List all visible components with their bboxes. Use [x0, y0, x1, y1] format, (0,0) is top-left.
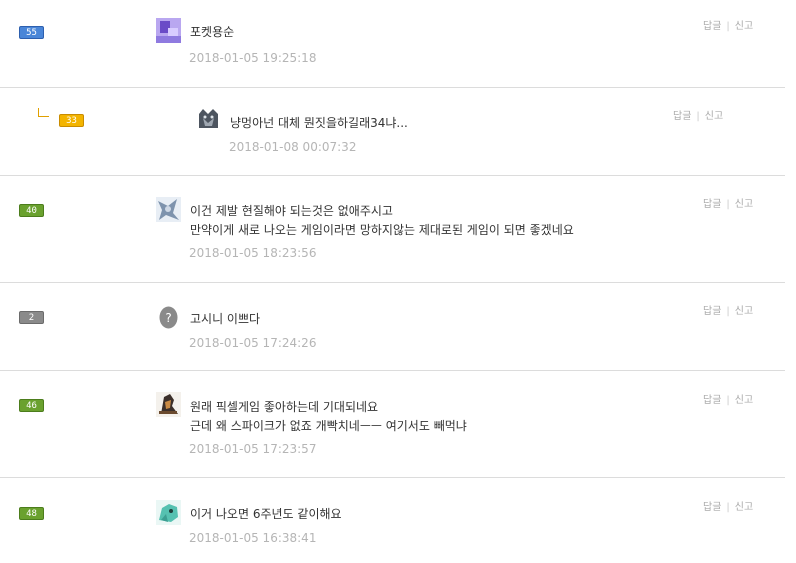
report-link[interactable]: 신고 — [735, 199, 753, 210]
comment-actions: 답글 | 신고 — [703, 498, 753, 513]
level-badge: 48 — [19, 507, 44, 520]
timestamp: 2018-01-05 17:23:57 — [189, 442, 317, 456]
default-avatar-icon[interactable]: ? — [156, 305, 181, 330]
timestamp: 2018-01-08 00:07:32 — [229, 140, 357, 154]
svg-text:?: ? — [165, 311, 171, 325]
divider: | — [726, 306, 730, 317]
level-badge: 55 — [19, 26, 44, 39]
level-badge: 46 — [19, 399, 44, 412]
comment-row: 48 이거 나오면 6주년도 같이해요 2018-01-05 16:38:41 … — [0, 478, 785, 563]
reply-link[interactable]: 답글 — [703, 21, 721, 32]
divider: | — [726, 395, 730, 406]
comment-row: 55 포켓용순 2018-01-05 19:25:18 답글 | 신고 — [0, 0, 785, 88]
report-link[interactable]: 신고 — [735, 21, 753, 32]
comment-row: 40 이건 제발 현질해야 되는것은 없애주시고 만약이게 새로 나오는 게임이… — [0, 176, 785, 283]
report-link[interactable]: 신고 — [735, 502, 753, 513]
reply-link[interactable]: 답글 — [703, 199, 721, 210]
avatar[interactable] — [156, 18, 181, 43]
comment-row-reply: 33 냥멍아넌 대체 뭔짓을하길래34냐... 2018-01-08 00:07… — [0, 88, 785, 176]
comment-row: 2 ? 고시니 이쁘다 2018-01-05 17:24:26 답글 | 신고 — [0, 283, 785, 371]
avatar[interactable] — [196, 106, 221, 131]
report-link[interactable]: 신고 — [735, 306, 753, 317]
comment-actions: 답글 | 신고 — [703, 302, 753, 317]
level-badge: 33 — [59, 114, 84, 127]
reply-link[interactable]: 답글 — [703, 395, 721, 406]
comment-actions: 답글 | 신고 — [703, 391, 753, 406]
comment-text: 포켓용순 — [190, 23, 234, 42]
comment-line: 이거 나오면 6주년도 같이해요 — [190, 507, 342, 521]
comment-line: 이건 제발 현질해야 되는것은 없애주시고 — [190, 204, 393, 218]
timestamp: 2018-01-05 17:24:26 — [189, 336, 317, 350]
level-badge: 40 — [19, 204, 44, 217]
comment-line: 고시니 이쁘다 — [190, 312, 261, 326]
divider: | — [696, 111, 700, 122]
timestamp: 2018-01-05 16:38:41 — [189, 531, 317, 545]
reply-link[interactable]: 답글 — [703, 306, 721, 317]
divider: | — [726, 502, 730, 513]
comment-line: 냥멍아넌 대체 뭔짓을하길래34냐... — [230, 116, 408, 130]
comment-text: 이거 나오면 6주년도 같이해요 — [190, 505, 342, 524]
timestamp: 2018-01-05 18:23:56 — [189, 246, 317, 260]
comment-line: 원래 픽셀게임 좋아하는데 기대되네요 — [190, 400, 379, 414]
comment-text: 냥멍아넌 대체 뭔짓을하길래34냐... — [230, 114, 408, 133]
report-link[interactable]: 신고 — [705, 111, 723, 122]
level-badge: 2 — [19, 311, 44, 324]
reply-indent-icon — [38, 108, 49, 117]
comment-text: 원래 픽셀게임 좋아하는데 기대되네요 근데 왜 스파이크가 없죠 개빡치네ㅡㅡ… — [190, 398, 467, 436]
avatar[interactable] — [156, 197, 181, 222]
reply-link[interactable]: 답글 — [673, 111, 691, 122]
comment-actions: 답글 | 신고 — [703, 17, 753, 32]
comment-row: 46 원래 픽셀게임 좋아하는데 기대되네요 근데 왜 스파이크가 없죠 개빡치… — [0, 371, 785, 478]
comment-text: 이건 제발 현질해야 되는것은 없애주시고 만약이게 새로 나오는 게임이라면 … — [190, 202, 574, 240]
report-link[interactable]: 신고 — [735, 395, 753, 406]
timestamp: 2018-01-05 19:25:18 — [189, 51, 317, 65]
reply-link[interactable]: 답글 — [703, 502, 721, 513]
avatar[interactable] — [156, 500, 181, 525]
avatar[interactable] — [156, 392, 181, 417]
comment-line: 포켓용순 — [190, 25, 235, 39]
divider: | — [726, 21, 730, 32]
comment-actions: 답글 | 신고 — [673, 107, 723, 122]
comment-line: 만약이게 새로 나오는 게임이라면 망하지않는 제대로된 게임이 되면 좋겠네요 — [190, 223, 574, 237]
comment-text: 고시니 이쁘다 — [190, 310, 260, 329]
comment-line: 근데 왜 스파이크가 없죠 개빡치네ㅡㅡ 여기서도 빼먹냐 — [190, 419, 467, 433]
comment-actions: 답글 | 신고 — [703, 195, 753, 210]
divider: | — [726, 199, 730, 210]
